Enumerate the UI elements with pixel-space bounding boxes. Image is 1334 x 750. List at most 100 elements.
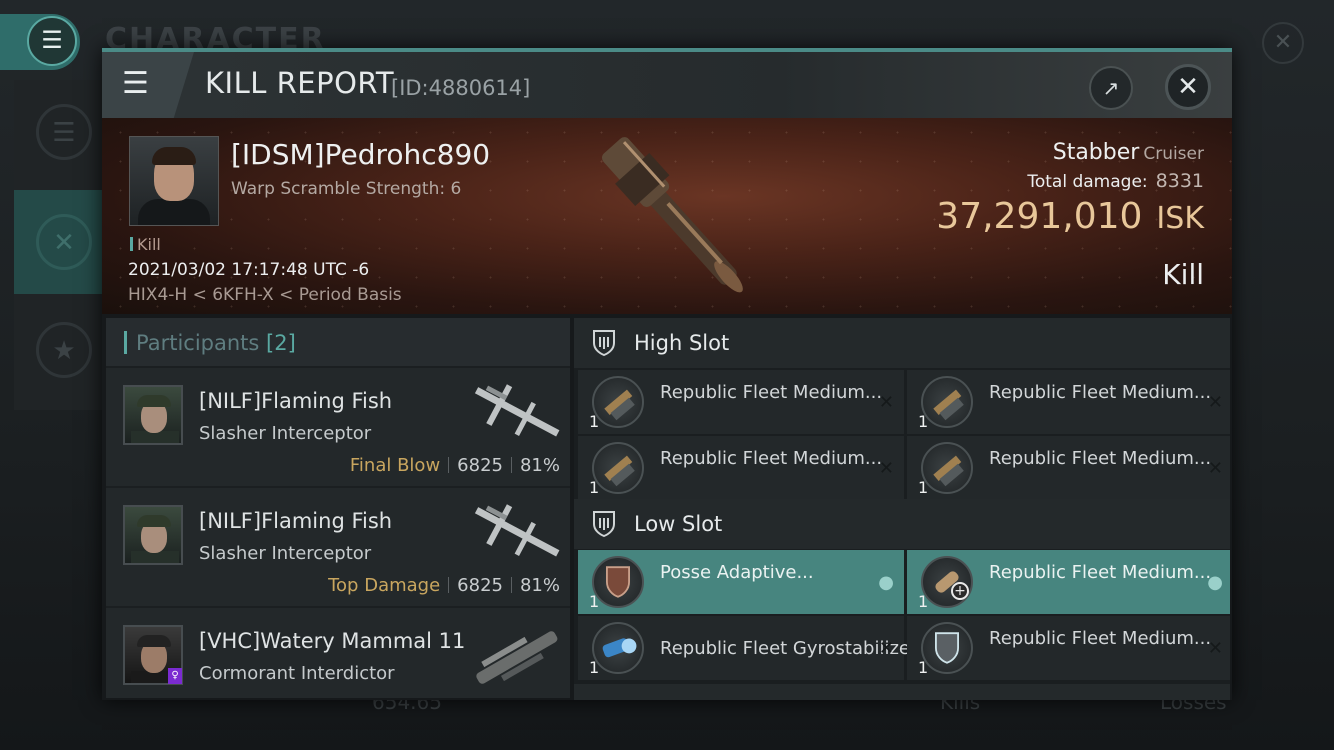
participant-name: [NILF]Flaming Fish (199, 509, 393, 533)
module-item[interactable]: 1 Republic Fleet Medium... ✕ (578, 370, 904, 434)
avatar[interactable] (123, 385, 183, 445)
participant-row[interactable]: [NILF]Flaming Fish Slasher Interceptor T… (106, 488, 570, 606)
participant-ship-image (476, 631, 558, 684)
top-damage-label: Top Damage (328, 575, 441, 596)
kill-location[interactable]: HIX4-H < 6KFH-X < Period Basis (128, 285, 402, 305)
kill-tag-label: Kill (137, 235, 161, 254)
module-item[interactable]: 1 Republic Fleet Medium... ✕ (907, 616, 1230, 680)
module-item[interactable]: 1 Posse Adaptive... ● (578, 550, 904, 614)
avatar[interactable] (123, 505, 183, 565)
high-slot-title: High Slot (634, 331, 730, 355)
module-item[interactable]: 1 Republic Fleet Gyrostabilizer ✕ (578, 616, 917, 680)
isk-unit: ISK (1156, 201, 1204, 236)
module-item[interactable]: 1 Republic Fleet Medium... ✕ (907, 436, 1230, 500)
ship-name: Stabber (1052, 140, 1140, 165)
module-item[interactable]: 1 Republic Fleet Medium... ✕ (578, 436, 904, 500)
participant-percent: 81% (519, 455, 560, 476)
module-name: Republic Fleet Medium... (989, 382, 1212, 403)
menu-icon: ☰ (27, 16, 77, 66)
module-name: Republic Fleet Medium... (660, 448, 883, 469)
participant-stats: Final Blow 6825 81% (350, 455, 560, 476)
close-icon[interactable]: ✕ (1165, 64, 1211, 110)
module-name: Republic Fleet Medium... (660, 382, 883, 403)
victim-ship[interactable]: Stabber Cruiser (1053, 140, 1204, 165)
background-close-icon[interactable]: ✕ (1262, 22, 1304, 64)
isk-amount: 37,291,010 (936, 196, 1143, 237)
shield-module-icon (592, 556, 644, 608)
background-sidebar: ☰ ✕ ★ (14, 80, 102, 410)
turret-icon (592, 376, 644, 428)
module-quantity: 1 (589, 658, 600, 677)
module-quantity: 1 (918, 412, 929, 431)
destroyed-icon: ✕ (1207, 638, 1223, 659)
turret-icon (921, 442, 973, 494)
participants-title: Participants [2] (136, 331, 296, 355)
module-quantity: 1 (918, 478, 929, 497)
destroyed-icon: ✕ (878, 392, 894, 413)
kill-tag: Kill (130, 235, 161, 254)
destroyed-icon: ✕ (878, 458, 894, 479)
destroyed-icon: ✕ (878, 638, 894, 659)
module-quantity: 1 (918, 592, 929, 611)
final-blow-label: Final Blow (349, 455, 441, 476)
low-slot-title: Low Slot (634, 512, 723, 536)
victim-portrait[interactable] (129, 136, 219, 226)
low-slot-icon (593, 511, 615, 538)
menu-icon: ☰ (122, 66, 149, 101)
isk-value: 37,291,010 ISK (936, 196, 1204, 237)
participant-ship: Slasher Interceptor (199, 543, 372, 564)
modal-header: ☰ KILL REPORT [ID:4880614] ↗ ✕ (102, 52, 1232, 118)
module-name: Posse Adaptive... (660, 562, 814, 583)
turret-icon (592, 442, 644, 494)
victim-ship-image[interactable] (567, 128, 777, 313)
fitting-panel[interactable]: High Slot 1 Republic Fleet Medium... ✕ 1… (574, 318, 1230, 700)
module-quantity: 1 (589, 478, 600, 497)
add-icon: + (951, 582, 969, 600)
kill-report-modal: ☰ KILL REPORT [ID:4880614] ↗ ✕ [IDSM]Ped… (102, 48, 1232, 700)
crossed-swords-icon[interactable]: ✕ (36, 214, 92, 270)
participant-ship-image (474, 504, 560, 557)
modal-title: KILL REPORT (205, 66, 395, 100)
total-damage-label: Total damage: (1027, 172, 1148, 192)
ship-class: Cruiser (1143, 144, 1204, 164)
modal-menu-button[interactable]: ☰ (102, 52, 194, 118)
destroyed-icon: ✕ (1207, 458, 1223, 479)
star-icon[interactable]: ★ (36, 322, 92, 378)
participant-ship-image (474, 384, 560, 437)
destroyed-icon: ✕ (1207, 392, 1223, 413)
warp-scramble-strength: Warp Scramble Strength: 6 (231, 179, 462, 199)
report-id: [ID:4880614] (391, 76, 531, 100)
participant-row[interactable]: [NILF]Flaming Fish Slasher Interceptor F… (106, 368, 570, 486)
participant-percent: 81% (519, 575, 560, 596)
participant-name: [VHC]Watery Mammal 11 (199, 629, 466, 653)
mid-slot-header (574, 684, 1230, 700)
main-menu-button[interactable]: ☰ (0, 14, 80, 70)
faction-badge-icon: ♀ (168, 668, 182, 684)
participants-panel[interactable]: Participants [2] [NILF]Flaming Fish Slas… (106, 318, 570, 698)
list-icon[interactable]: ☰ (36, 104, 92, 160)
participant-stats: Top Damage 6825 81% (328, 575, 560, 596)
participant-ship: Slasher Interceptor (199, 423, 372, 444)
gyrostabilizer-icon (592, 622, 644, 674)
kill-datetime: 2021/03/02 17:17:48 UTC -6 (128, 260, 370, 280)
dropped-person-icon: ● (1207, 572, 1223, 593)
dropped-person-icon: ● (878, 572, 894, 593)
high-slot-header: High Slot (574, 318, 1230, 368)
module-item[interactable]: 1 Republic Fleet Medium... ✕ (907, 370, 1230, 434)
participant-name: [NILF]Flaming Fish (199, 389, 393, 413)
module-item[interactable]: + 1 Republic Fleet Medium... ● (907, 550, 1230, 614)
module-quantity: 1 (589, 592, 600, 611)
victim-name[interactable]: [IDSM]Pedrohc890 (231, 138, 490, 171)
low-slot-header: Low Slot (574, 499, 1230, 549)
module-name: Republic Fleet Medium... (989, 628, 1212, 649)
module-name: Republic Fleet Medium... (989, 562, 1212, 583)
participant-damage: 6825 (457, 575, 503, 596)
kill-result: Kill (1162, 258, 1204, 291)
module-quantity: 1 (589, 412, 600, 431)
participants-header: Participants [2] (106, 318, 570, 366)
participant-row[interactable]: ♀ [VHC]Watery Mammal 11 Cormorant Interd… (106, 608, 570, 698)
participant-damage: 6825 (457, 455, 503, 476)
victim-banner: [IDSM]Pedrohc890 Warp Scramble Strength:… (102, 118, 1232, 314)
module-quantity: 1 (918, 658, 929, 677)
share-icon[interactable]: ↗ (1089, 66, 1133, 110)
